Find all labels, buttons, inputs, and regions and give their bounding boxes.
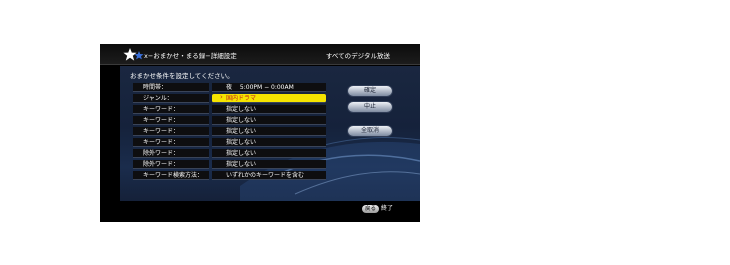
condition-value[interactable]: 指定しない [212,105,326,114]
condition-row-time[interactable]: 時間帯： 夜 5:00PM − 0:00AM [133,83,333,92]
condition-label: 時間帯： [133,83,209,92]
condition-value[interactable]: 指定しない [212,116,326,125]
instruction-text: おまかせ条件を設定してください。 [130,72,234,80]
tv-screen: x−おまかせ・まる録−詳細設定 すべてのデジタル放送 おまかせ条件を設定してくだ… [100,44,420,222]
condition-label: キーワード： [133,138,209,147]
condition-label: キーワード検索方法： [133,171,209,180]
condition-label: 除外ワード： [133,160,209,169]
condition-label: 除外ワード： [133,149,209,158]
page-title: x−おまかせ・まる録−詳細設定 [144,52,237,60]
condition-value[interactable]: 指定しない [212,149,326,158]
title-bar: x−おまかせ・まる録−詳細設定 すべてのデジタル放送 [100,44,420,65]
condition-row-exclude-2[interactable]: 除外ワード： 指定しない [133,160,333,169]
condition-row-keyword-3[interactable]: キーワード： 指定しない [133,127,333,136]
condition-value-selected[interactable]: 国内ドラマ [212,93,326,103]
condition-value[interactable]: いずれかのキーワードを含む [212,171,326,180]
footer-bar: 戻る 終了 [100,201,420,222]
condition-label: キーワード： [133,116,209,125]
condition-label: キーワード： [133,105,209,114]
condition-row-keyword-1[interactable]: キーワード： 指定しない [133,105,333,114]
clear-all-button[interactable]: 全取消 [348,126,392,136]
condition-label: キーワード： [133,127,209,136]
condition-label: ジャンル： [133,94,209,103]
condition-value[interactable]: 夜 5:00PM − 0:00AM [212,83,326,92]
condition-row-genre[interactable]: ジャンル： 国内ドラマ [133,93,333,103]
condition-value[interactable]: 指定しない [212,160,326,169]
broadcast-type-label: すべてのデジタル放送 [325,52,390,60]
return-key-icon[interactable]: 戻る [362,205,379,213]
cancel-button[interactable]: 中止 [348,102,392,112]
condition-value[interactable]: 指定しない [212,127,326,136]
exit-label: 終了 [381,205,394,212]
condition-row-keyword-4[interactable]: キーワード： 指定しない [133,138,333,147]
condition-row-search-method[interactable]: キーワード検索方法： いずれかのキーワードを含む [133,171,333,180]
star-tuner-icon [123,48,144,61]
condition-row-keyword-2[interactable]: キーワード： 指定しない [133,116,333,125]
confirm-button[interactable]: 確定 [348,86,392,96]
condition-value[interactable]: 指定しない [212,138,326,147]
condition-row-exclude-1[interactable]: 除外ワード： 指定しない [133,149,333,158]
